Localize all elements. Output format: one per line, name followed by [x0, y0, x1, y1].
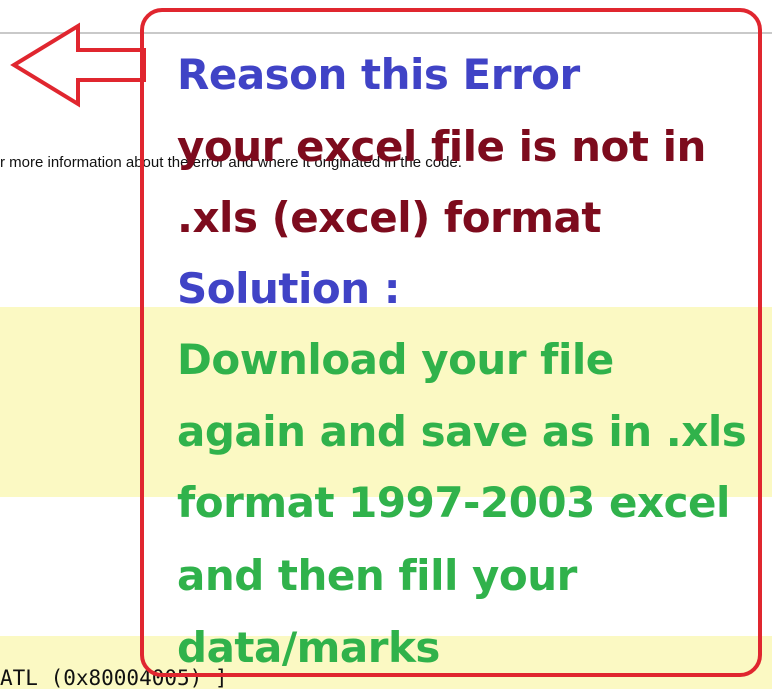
reason-heading: Reason this Error — [177, 50, 580, 99]
solution-line-5: data/marks — [177, 623, 440, 672]
solution-heading: Solution : — [177, 264, 401, 313]
reason-line-2: .xls (excel) format — [177, 193, 601, 242]
solution-line-2: again and save as in .xls — [177, 407, 747, 456]
solution-line-1: Download your file — [177, 335, 614, 384]
solution-line-4: and then fill your — [177, 551, 577, 600]
reason-line-1: your excel file is not in — [177, 122, 706, 171]
left-arrow-icon — [10, 22, 146, 108]
solution-line-3: format 1997-2003 excel — [177, 478, 730, 527]
